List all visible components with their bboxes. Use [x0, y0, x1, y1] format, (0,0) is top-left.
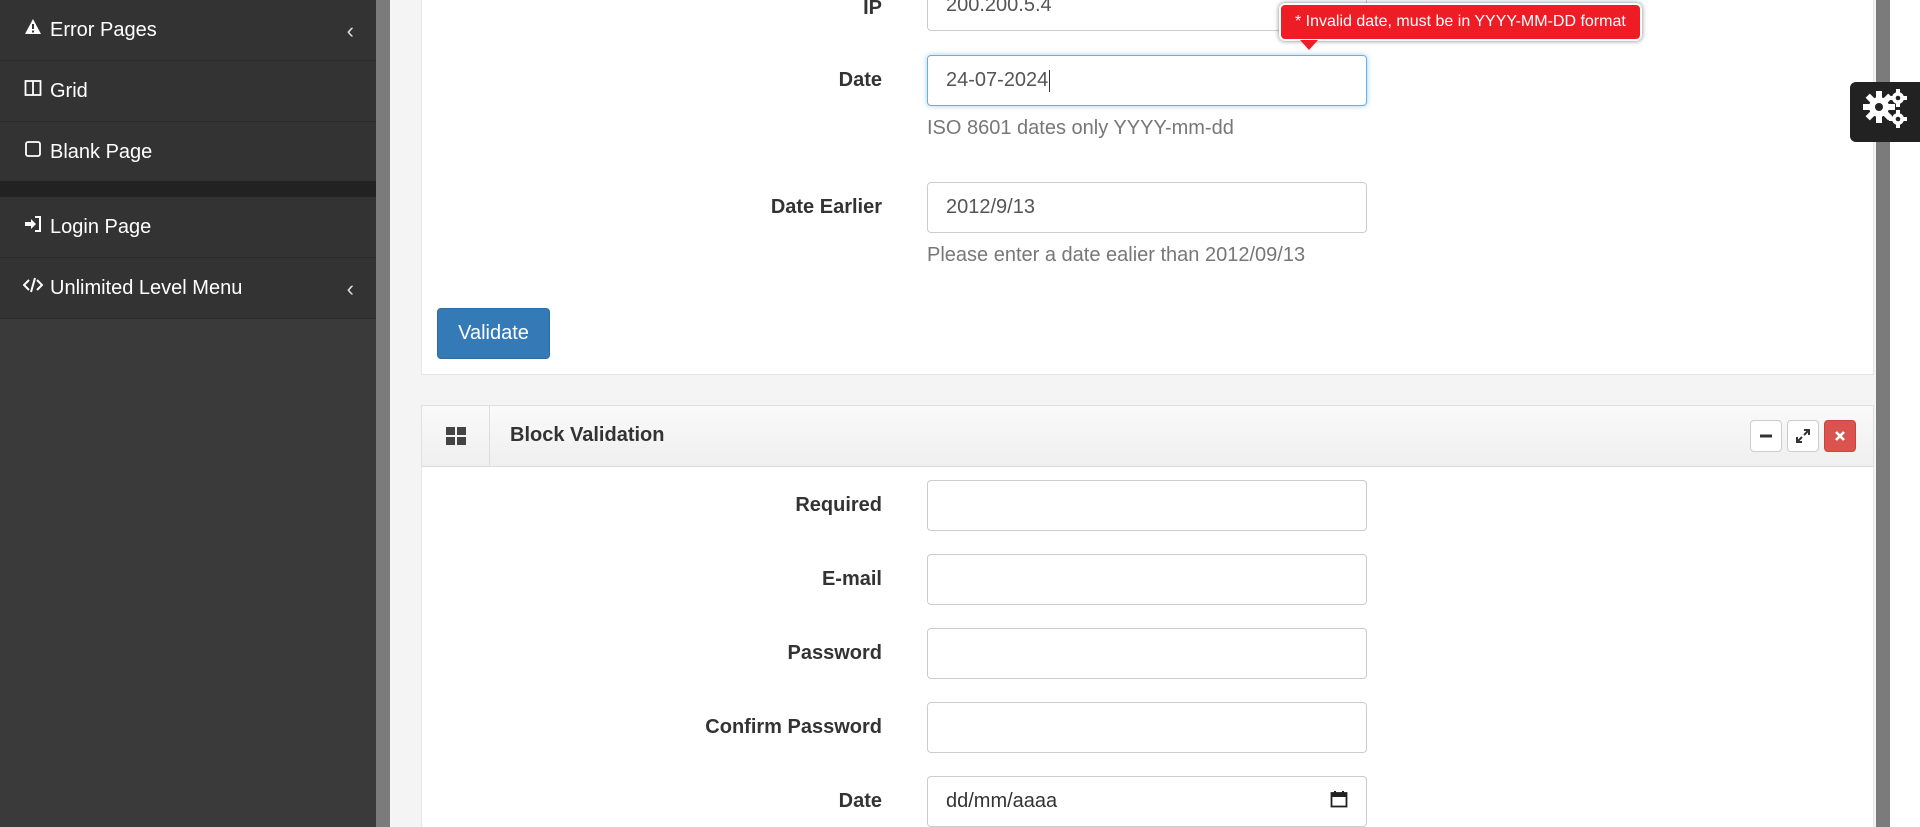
validate-button[interactable]: Validate: [437, 308, 550, 359]
sidebar-item-unlimited-level-menu[interactable]: Unlimited Level Menu ‹: [0, 258, 376, 319]
date-earlier-help: Please enter a date ealier than 2012/09/…: [927, 244, 1306, 266]
warning-icon: [22, 18, 44, 42]
sidebar-item-label: Grid: [50, 79, 88, 102]
columns-icon: [22, 79, 44, 103]
date-placeholder: dd/mm/aaaa: [946, 790, 1058, 812]
expand-button[interactable]: [1787, 420, 1819, 452]
password-label: Password: [787, 642, 882, 664]
text-cursor: [1049, 69, 1051, 92]
date-help: ISO 8601 dates only YYYY-mm-dd: [927, 117, 1234, 139]
sidebar-item-grid[interactable]: Grid: [0, 61, 376, 122]
sign-in-icon: [22, 215, 44, 239]
sidebar-item-label: Error Pages: [50, 18, 157, 41]
email-label: E-mail: [821, 568, 882, 590]
minus-icon: [1760, 434, 1772, 438]
chevron-left-icon: ‹: [346, 276, 354, 301]
required-input[interactable]: [927, 480, 1367, 531]
settings-toggle[interactable]: [1850, 82, 1920, 142]
password-input[interactable]: [927, 628, 1367, 679]
sidebar-item-label: Login Page: [50, 215, 152, 238]
panel-header: Block Validation: [421, 405, 1874, 467]
sidebar-item-error-pages[interactable]: Error Pages ‹: [0, 0, 376, 61]
date-earlier-input[interactable]: 2012/9/13: [927, 182, 1367, 233]
sidebar-item-blank-page[interactable]: Blank Page: [0, 122, 376, 183]
gears-icon: [1861, 87, 1909, 137]
ip-label: IP: [863, 0, 882, 19]
sidebar-divider: [0, 181, 376, 197]
date-input-value: 24-07-2024: [946, 69, 1049, 91]
sidebar: Error Pages ‹ Grid Blank Page Login Page…: [0, 0, 376, 827]
error-tooltip: * Invalid date, must be in YYYY-MM-DD fo…: [1279, 3, 1642, 41]
block-date-label: Date: [838, 790, 882, 812]
date-label: Date: [838, 69, 882, 91]
th-large-icon: [422, 406, 490, 466]
sidebar-gutter: [376, 0, 390, 827]
tooltip-arrow: [1300, 40, 1318, 50]
sidebar-item-label: Blank Page: [50, 140, 153, 163]
minimize-button[interactable]: [1750, 420, 1782, 452]
code-icon: [22, 276, 44, 300]
calendar-icon[interactable]: [1330, 790, 1348, 814]
date-earlier-label: Date Earlier: [770, 196, 882, 218]
date-input[interactable]: 24-07-2024: [927, 55, 1367, 106]
chevron-left-icon: ‹: [346, 18, 354, 43]
confirm-password-label: Confirm Password: [705, 716, 882, 738]
confirm-password-input[interactable]: [927, 702, 1367, 753]
sidebar-item-login-page[interactable]: Login Page: [0, 197, 376, 258]
block-date-input[interactable]: dd/mm/aaaa: [927, 776, 1367, 827]
email-input[interactable]: [927, 554, 1367, 605]
required-label: Required: [795, 494, 882, 516]
expand-icon: [1796, 429, 1810, 443]
square-icon: [22, 140, 44, 164]
close-button[interactable]: [1824, 420, 1856, 452]
close-icon: [1835, 431, 1845, 441]
sidebar-item-label: Unlimited Level Menu: [50, 276, 243, 299]
panel-title: Block Validation: [510, 424, 665, 446]
